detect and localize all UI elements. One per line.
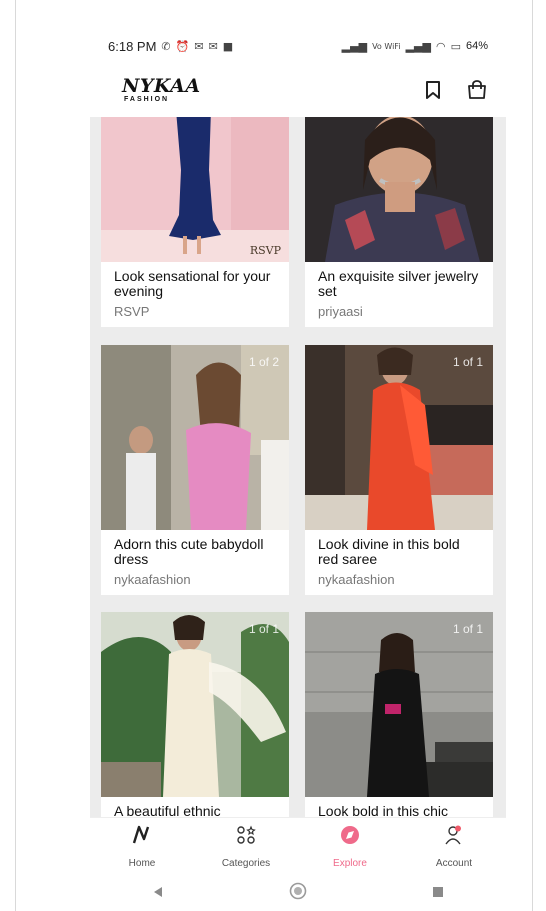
home-circle-icon[interactable] (289, 882, 307, 905)
look-card[interactable]: 1 of 2 Adorn this cute babydoll dress ny… (101, 345, 289, 595)
nav-label: Categories (221, 858, 271, 869)
battery-percent: 64% (465, 40, 488, 52)
network-label: Vo WiFi (372, 41, 401, 51)
nav-label: Account (435, 858, 473, 869)
image-count-badge: 1 of 1 (452, 622, 483, 636)
nykaa-n-icon (131, 825, 153, 850)
back-icon[interactable] (152, 885, 164, 903)
nav-account[interactable]: Account (402, 825, 506, 869)
nav-explore[interactable]: Explore (298, 825, 402, 869)
look-card[interactable]: 1 of 1 Look divine in this bold red sare… (305, 345, 493, 595)
card-title: Adorn this cute babydoll dress (114, 536, 264, 567)
image-count-badge: 1 of 1 (452, 355, 483, 369)
nav-label: Home (128, 858, 156, 869)
card-image[interactable]: RSVP (101, 117, 289, 295)
recents-square-icon[interactable] (432, 885, 444, 903)
image-count-badge: 1 of 2 (248, 355, 279, 369)
card-title: Look bold in this chic (318, 803, 448, 818)
brand-watermark: RSVP (249, 244, 281, 257)
card-image[interactable] (305, 117, 493, 295)
wifi-icon: ◠ (435, 39, 446, 53)
shopping-bag-icon[interactable] (466, 80, 488, 100)
status-right: ▂▄▆ Vo WiFi ▂▄▆ ◠ ▭ 64% (342, 40, 488, 53)
look-card[interactable]: An exquisite silver jewelry set priyaasi (305, 117, 493, 327)
look-card[interactable]: 1 of 1 A beautiful ethnic (101, 612, 289, 817)
mail-icon: ✉ (208, 39, 218, 53)
logo-sub: FASHION (124, 96, 170, 103)
app-header: NYKAA FASHION (90, 68, 506, 112)
battery-icon: ▭ (450, 39, 461, 53)
header-actions (424, 80, 488, 100)
card-brand: nykaafashion (114, 572, 191, 587)
bottom-navigation: Home Categories Explore Account (90, 817, 506, 876)
card-title: Look divine in this bold red saree (318, 536, 460, 567)
signal-icon: ▂▄▆ (405, 39, 431, 53)
video-icon: ■ (222, 39, 234, 53)
compass-icon (339, 825, 361, 850)
bookmark-icon[interactable] (424, 80, 442, 100)
alarm-icon: ⏰ (175, 39, 190, 53)
status-bar: 6:18 PM ✆ ⏰ ✉ ✉ ■ ▂▄▆ Vo WiFi ▂▄▆ ◠ ▭ 64… (108, 36, 488, 56)
logo-main: NYKAA (122, 75, 201, 97)
status-left: 6:18 PM ✆ ⏰ ✉ ✉ ■ (108, 39, 233, 54)
card-brand: priyaasi (318, 304, 363, 319)
card-image[interactable]: 1 of 1 (101, 612, 289, 797)
look-card[interactable]: RSVP Look sensational for your evening R… (101, 117, 289, 327)
signal-icon: ▂▄▆ (341, 39, 368, 53)
wifi-calling-icon: ✆ (161, 39, 171, 53)
categories-grid-icon (235, 825, 257, 850)
system-navigation (90, 876, 506, 911)
card-brand: RSVP (114, 304, 150, 319)
mail-icon: ✉ (194, 39, 204, 53)
card-image[interactable]: 1 of 1 (305, 345, 493, 530)
nav-label: Explore (333, 858, 367, 869)
look-card[interactable]: 1 of 1 Look bold in this chic (305, 612, 493, 817)
nykaa-fashion-logo[interactable]: NYKAA FASHION (122, 75, 201, 104)
image-count-badge: 1 of 1 (248, 622, 279, 636)
nav-categories[interactable]: Categories (194, 825, 298, 869)
explore-feed[interactable]: RSVP Look sensational for your evening R… (90, 117, 506, 817)
card-title: A beautiful ethnic (114, 803, 221, 818)
card-image[interactable]: 1 of 1 (305, 612, 493, 797)
card-brand: nykaafashion (318, 572, 395, 587)
nav-home[interactable]: Home (90, 825, 194, 869)
user-icon (443, 825, 465, 850)
status-time: 6:18 PM (108, 38, 157, 54)
card-image[interactable]: 1 of 2 (101, 345, 289, 530)
